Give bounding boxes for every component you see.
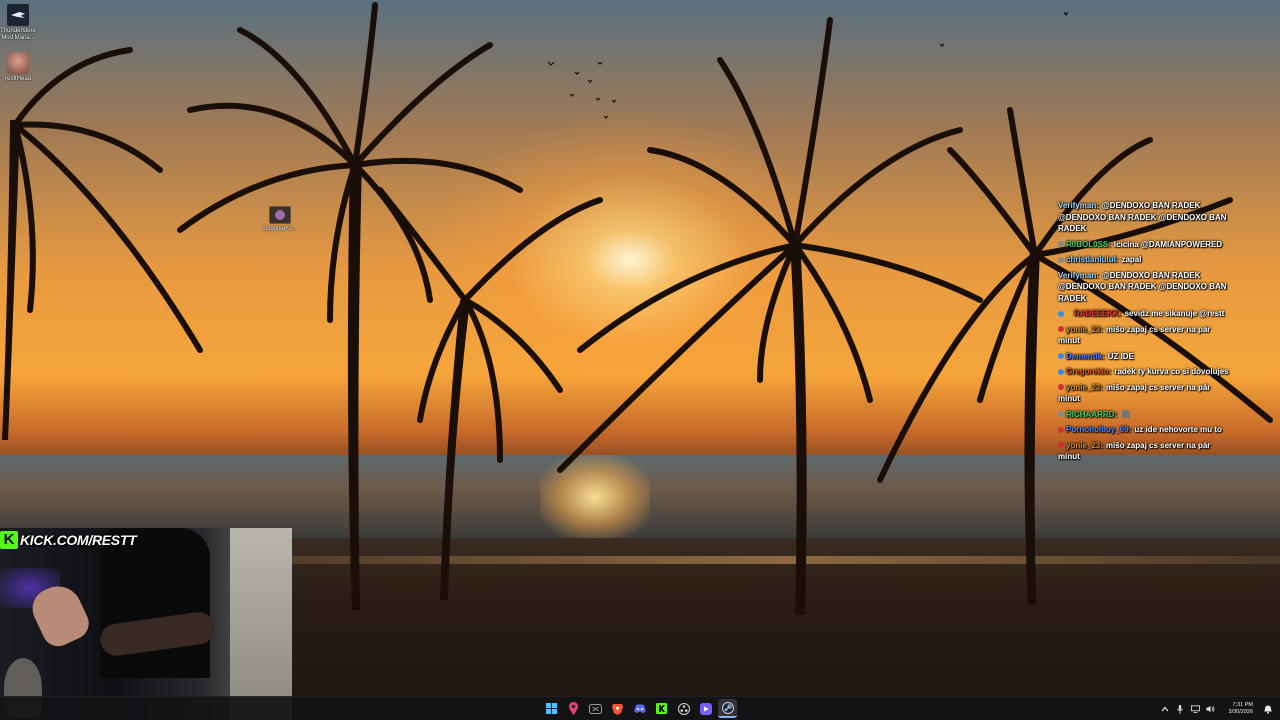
chat-username: Verifyman: — [1058, 201, 1099, 210]
taskbar: 7:31 PM 3/30/2026 — [0, 696, 1280, 720]
clock-date: 3/30/2026 — [1228, 709, 1253, 715]
brave-lion-icon — [612, 703, 623, 715]
kick-icon — [656, 703, 667, 714]
taskbar-apps — [542, 699, 737, 718]
start-button[interactable] — [542, 699, 561, 718]
taskbar-discord[interactable] — [630, 699, 649, 718]
chat-message: yonie_23: mišo zapaj cs server na pár min… — [1058, 324, 1230, 347]
desktop: Thunderstore Mod Mana... resttHead Bugon… — [0, 0, 1280, 720]
desktop-icon-thunderstore[interactable]: Thunderstore Mod Mana... — [0, 4, 42, 42]
chat-username: Pornoholbuy_69: — [1066, 425, 1132, 434]
obs-icon — [677, 702, 690, 715]
system-tray: 7:31 PM 3/30/2026 — [1161, 697, 1272, 720]
chat-message: RADEEEKK: sevidz me sikanuje @restt — [1058, 308, 1230, 320]
badge-icon — [1058, 426, 1064, 433]
chat-message: Verifyman: @DENDOXO BAN RADEK @DENDOXO BA… — [1058, 270, 1230, 305]
desktop-icon-label: resttHead — [4, 76, 31, 82]
chat-message: yonie_23: mišo zapaj cs server na pár min… — [1058, 382, 1230, 405]
badge-icon — [1058, 353, 1064, 360]
chat-text: radek ty kurva co si dovolujes — [1114, 367, 1229, 376]
kick-url: KICK.COM/RESTT — [20, 532, 137, 548]
chat-message: Gregorekio: radek ty kurva co si dovoluje… — [1058, 366, 1230, 378]
taskbar-steam[interactable] — [718, 699, 737, 718]
taskbar-streamer-app[interactable] — [696, 699, 715, 718]
chat-message: christianlulul: zapal — [1058, 254, 1230, 266]
chat-username: christianlulul: — [1066, 255, 1119, 264]
taskbar-xbox[interactable] — [586, 699, 605, 718]
windows-logo-icon — [546, 703, 557, 714]
chat-username: Dementik: — [1066, 351, 1105, 361]
taskbar-obs[interactable] — [674, 699, 693, 718]
emote-icon — [1122, 410, 1131, 419]
chat-username: yonie_23: — [1066, 440, 1103, 450]
clock[interactable]: 7:31 PM 3/30/2026 — [1229, 702, 1253, 716]
badge-icon — [1058, 241, 1064, 248]
kick-banner: K KICK.COM/RESTT — [0, 530, 137, 550]
desktop-icon-bugonia[interactable]: Bugonia+2... — [256, 206, 304, 233]
chat-message: yonie_23: mišo zapaj cs server na pár min… — [1058, 440, 1230, 463]
chat-username: Verifyman: — [1058, 270, 1099, 280]
taskbar-maps[interactable] — [564, 699, 583, 718]
room-wall — [230, 528, 292, 720]
chat-username: R0BOL0SS: — [1066, 239, 1111, 249]
chat-text: zapal — [1121, 255, 1142, 264]
desktop-icon-label: Bugonia+2... — [263, 226, 297, 232]
badge-icon — [1058, 368, 1064, 375]
chat-message: Verifyman: @DENDOXO BAN RADEK @DENDOXO BA… — [1058, 200, 1230, 235]
badge-icon — [1058, 411, 1064, 418]
streamer-app-icon — [699, 702, 712, 715]
clock-time: 7:31 PM — [1232, 702, 1253, 708]
chat-username: Gregorekio: — [1066, 367, 1112, 376]
desktop-icon-resttHead[interactable]: resttHead — [0, 52, 42, 83]
chat-message: RICHAARRD: — [1058, 409, 1230, 421]
desktop-icon-label: Thunderstore Mod Mana... — [0, 28, 36, 41]
chevron-up-icon[interactable] — [1161, 705, 1170, 714]
badge-icon — [1058, 326, 1064, 333]
map-pin-icon — [569, 702, 578, 715]
chat-message: Pornoholbuy_69: uz ide nehovorte mu to — [1058, 424, 1230, 436]
xbox-icon — [589, 703, 602, 714]
network-icon[interactable] — [1190, 705, 1200, 714]
stream-chat-overlay: Verifyman: @DENDOXO BAN RADEK @DENDOXO BA… — [1058, 200, 1230, 467]
steam-icon — [721, 701, 734, 714]
taskbar-brave[interactable] — [608, 699, 627, 718]
notification-bell-icon[interactable] — [1263, 705, 1272, 714]
badge-icon — [1058, 384, 1064, 391]
chat-username: RICHAARRD: — [1066, 409, 1118, 419]
volume-icon[interactable] — [1205, 705, 1215, 714]
thunderstore-icon — [7, 4, 29, 26]
taskbar-kick[interactable] — [652, 699, 671, 718]
chat-username: yonie_23: — [1066, 324, 1103, 334]
chat-username: yonie_23: — [1066, 382, 1103, 392]
badge-icon — [1058, 256, 1064, 263]
webcam-overlay — [0, 528, 292, 720]
kick-logo-icon: K — [0, 531, 18, 549]
chat-username: RADEEEKK: — [1074, 309, 1122, 318]
chat-message: R0BOL0SS: Icicina @DAMIANPOWERED — [1058, 239, 1230, 251]
badge-icon — [1058, 442, 1064, 449]
chat-message: Dementik: UZ IDE — [1058, 351, 1230, 363]
chat-text: Icicina @DAMIANPOWERED — [1113, 239, 1223, 249]
chat-text: uz ide nehovorte mu to — [1134, 425, 1222, 434]
video-file-icon — [269, 206, 291, 224]
badge-icon — [1066, 310, 1072, 317]
discord-icon — [633, 703, 646, 713]
chat-text: UZ IDE — [1107, 351, 1134, 361]
chat-text: sevidz me sikanuje @restt — [1124, 309, 1225, 318]
badge-icon — [1058, 310, 1064, 317]
microphone-icon[interactable] — [1176, 704, 1185, 714]
user-photo-icon — [7, 52, 29, 74]
